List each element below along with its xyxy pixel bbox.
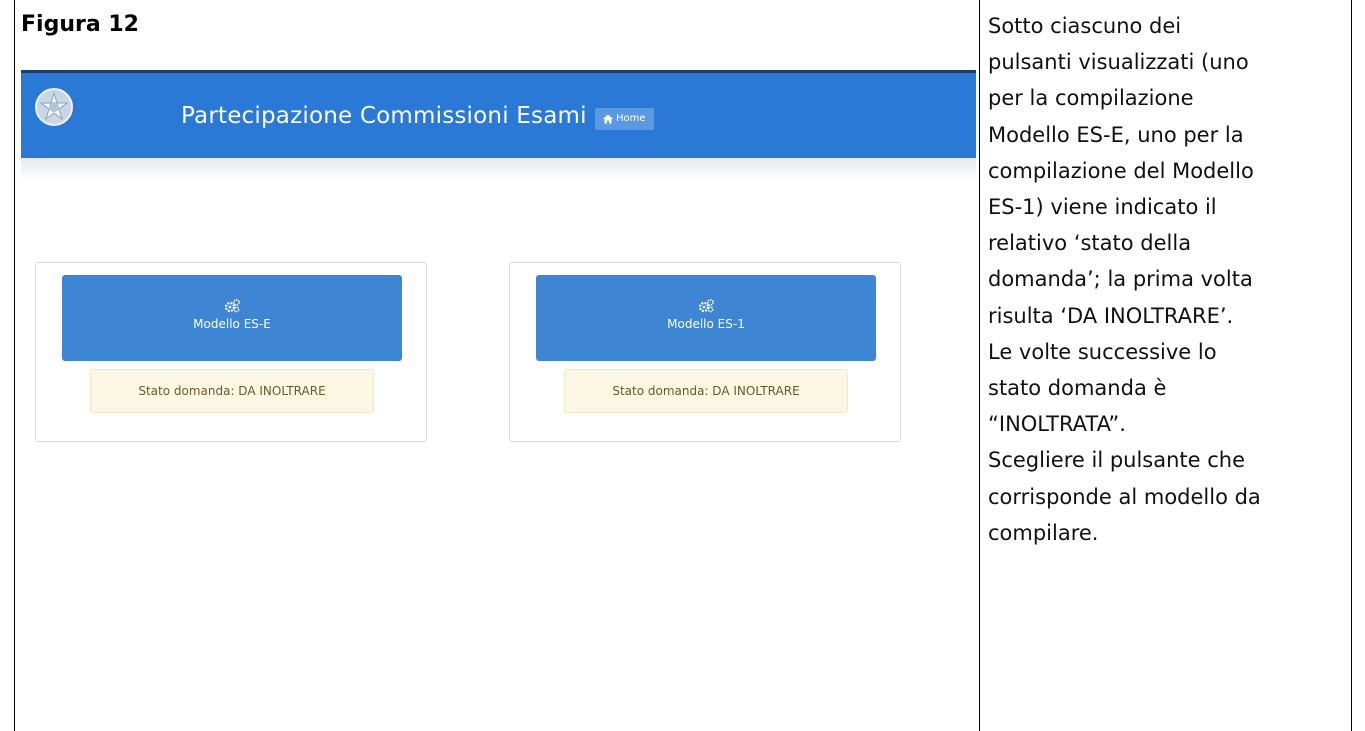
- home-button[interactable]: Home: [595, 108, 654, 130]
- cogs-icon: [698, 299, 714, 313]
- explanation-line: per la compilazione: [988, 86, 1194, 111]
- modello-es-1-button[interactable]: Modello ES-1: [536, 275, 876, 361]
- explanation-cell: Sotto ciascuno dei pulsanti visualizzati…: [980, 0, 1352, 731]
- figure-cell: Figura 12 Partecipazione Commissioni Esa…: [14, 0, 980, 731]
- explanation-line: relativo ‘stato della: [988, 231, 1192, 256]
- cogs-icon: [224, 299, 240, 313]
- explanation-line: compilare.: [988, 520, 1099, 545]
- modello-es-1-label: Modello ES-1: [667, 317, 745, 331]
- header-shadow: [21, 158, 976, 180]
- explanation-line: corrisponde al modello da: [988, 484, 1261, 509]
- model-card-es-e: Modello ES-E Stato domanda: DA INOLTRARE: [35, 262, 427, 442]
- explanation-line: compilazione del Modello: [988, 158, 1254, 183]
- explanation-line: ES-1) viene indicato il: [988, 195, 1217, 220]
- home-icon: [603, 114, 613, 124]
- explanation-line: domanda’; la prima volta: [988, 267, 1253, 292]
- explanation-line: Le volte successive lo: [988, 339, 1217, 364]
- model-card-es-1: Modello ES-1 Stato domanda: DA INOLTRARE: [509, 262, 901, 442]
- explanation-text: Sotto ciascuno dei pulsanti visualizzati…: [988, 8, 1348, 551]
- document-table: Figura 12 Partecipazione Commissioni Esa…: [14, 0, 1354, 731]
- home-label: Home: [616, 113, 646, 124]
- modello-es-e-button[interactable]: Modello ES-E: [62, 275, 402, 361]
- explanation-line: risulta ‘DA INOLTRARE’.: [988, 303, 1234, 328]
- explanation-line: “INOLTRATA”.: [988, 412, 1126, 437]
- figure-title: Figura 12: [21, 12, 139, 37]
- modello-es-e-label: Modello ES-E: [193, 317, 271, 331]
- explanation-line: pulsanti visualizzati (uno: [988, 50, 1249, 75]
- app-title: Partecipazione Commissioni Esami: [181, 103, 587, 129]
- app-screenshot: Partecipazione Commissioni Esami Home Mo…: [21, 70, 976, 490]
- status-badge: Stato domanda: DA INOLTRARE: [564, 369, 848, 413]
- app-header: Partecipazione Commissioni Esami Home: [21, 70, 976, 158]
- explanation-line: Sotto ciascuno dei: [988, 14, 1182, 38]
- status-badge: Stato domanda: DA INOLTRARE: [90, 369, 374, 413]
- explanation-line: Scegliere il pulsante che: [988, 448, 1246, 473]
- emblem-icon: [35, 88, 73, 126]
- explanation-line: stato domanda è: [988, 376, 1167, 401]
- explanation-line: Modello ES-E, uno per la: [988, 122, 1244, 147]
